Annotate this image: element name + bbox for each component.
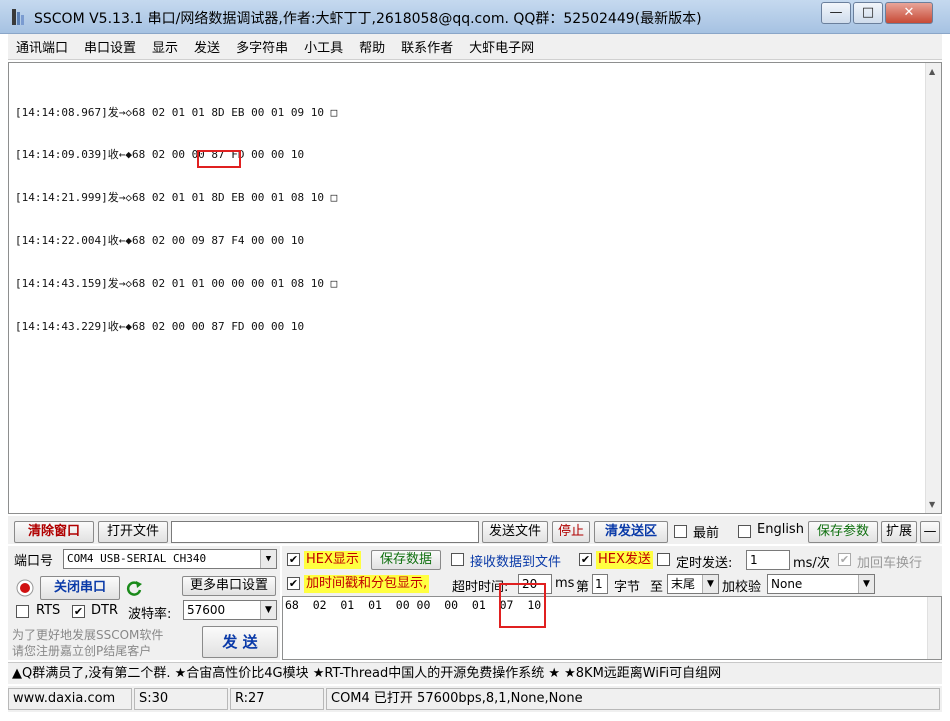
status-port-state: COM4 已打开 57600bps,8,1,None,None bbox=[326, 688, 940, 710]
receive-log: [14:14:08.967]发→◇68 02 01 01 8D EB 00 01… bbox=[15, 77, 337, 363]
window-title: SSCOM V5.13.1 串口/网络数据调试器,作者:大虾丁丁,2618058… bbox=[34, 11, 702, 27]
menu-port-settings[interactable]: 串口设置 bbox=[76, 37, 144, 56]
maximize-button[interactable]: □ bbox=[853, 2, 883, 24]
log-line: [14:14:21.999]发→◇68 02 01 01 8D EB 00 01… bbox=[15, 191, 338, 205]
add-crlf-label: 加回车换行 bbox=[857, 556, 923, 571]
collapse-button[interactable]: — bbox=[920, 521, 940, 543]
dtr-checkbox[interactable]: ✔ bbox=[72, 605, 85, 618]
close-button[interactable]: ✕ bbox=[885, 2, 933, 24]
close-port-button[interactable]: 关闭串口 bbox=[40, 576, 120, 600]
file-path-input[interactable] bbox=[171, 521, 479, 543]
english-label: English bbox=[757, 522, 804, 537]
save-data-button[interactable]: 保存数据 bbox=[371, 550, 441, 570]
menu-bar: 通讯端口 串口设置 显示 发送 多字符串 小工具 帮助 联系作者 大虾电子网 bbox=[8, 34, 942, 60]
hex-send-checkbox[interactable]: ✔ bbox=[579, 553, 592, 566]
menu-multi-string[interactable]: 多字符串 bbox=[228, 37, 296, 56]
nth-byte-input[interactable]: 1 bbox=[592, 574, 608, 594]
dtr-label: DTR bbox=[91, 603, 118, 618]
open-file-button[interactable]: 打开文件 bbox=[98, 521, 168, 543]
recv-to-file-checkbox[interactable] bbox=[451, 553, 464, 566]
menu-send[interactable]: 发送 bbox=[186, 37, 228, 56]
ms-label: ms bbox=[555, 576, 575, 591]
send-button[interactable]: 发 送 bbox=[202, 626, 278, 658]
menu-tools[interactable]: 小工具 bbox=[296, 37, 351, 56]
log-line: [14:14:43.229]收←◆68 02 00 00 87 FD 00 00… bbox=[15, 320, 305, 334]
topmost-label: 最前 bbox=[693, 526, 720, 541]
timed-send-checkbox[interactable] bbox=[657, 553, 670, 566]
hex-display-checkbox[interactable]: ✔ bbox=[287, 553, 300, 566]
timed-send-label: 定时发送: bbox=[676, 556, 733, 571]
status-received-count: R:27 bbox=[230, 688, 324, 710]
to-label: 至 bbox=[650, 580, 664, 595]
refresh-icon[interactable] bbox=[125, 579, 143, 597]
chevron-down-icon[interactable]: ▼ bbox=[260, 601, 276, 619]
clear-send-button[interactable]: 清发送区 bbox=[594, 521, 668, 543]
minimize-button[interactable]: — bbox=[821, 2, 851, 24]
status-site[interactable]: www.daxia.com bbox=[8, 688, 132, 710]
chevron-down-icon[interactable]: ▼ bbox=[260, 550, 276, 568]
menu-comm-port[interactable]: 通讯端口 bbox=[8, 37, 76, 56]
menu-help[interactable]: 帮助 bbox=[351, 37, 393, 56]
menu-daxia-site[interactable]: 大虾电子网 bbox=[461, 37, 542, 56]
expand-button[interactable]: 扩展 bbox=[881, 521, 917, 543]
title-bar: SSCOM V5.13.1 串口/网络数据调试器,作者:大虾丁丁,2618058… bbox=[0, 0, 950, 34]
baud-label: 波特率: bbox=[128, 607, 172, 622]
timed-interval-input[interactable]: 1 bbox=[746, 550, 790, 570]
promo-line-2: 请您注册嘉立创P结尾客户 bbox=[12, 644, 152, 658]
clear-window-button[interactable]: 清除窗口 bbox=[14, 521, 94, 543]
add-crlf-checkbox[interactable]: ✔ bbox=[838, 553, 851, 566]
promo-line-1: 为了更好地发展SSCOM软件 bbox=[12, 628, 164, 642]
topmost-checkbox[interactable] bbox=[674, 525, 687, 538]
english-checkbox[interactable] bbox=[738, 525, 751, 538]
timestamp-label: 加时间戳和分包显示, bbox=[304, 575, 430, 593]
rts-checkbox[interactable] bbox=[16, 605, 29, 618]
chevron-down-icon[interactable]: ▼ bbox=[702, 575, 718, 593]
scroll-down-icon[interactable]: ▼ bbox=[929, 500, 935, 509]
status-bar: www.daxia.com S:30 R:27 COM4 已打开 57600bp… bbox=[8, 686, 942, 712]
save-params-button[interactable]: 保存参数 bbox=[808, 521, 878, 543]
port-select-value: COM4 USB-SERIAL CH340 bbox=[67, 552, 207, 565]
ms-per-label: ms/次 bbox=[793, 556, 830, 571]
checksum-select[interactable]: None ▼ bbox=[767, 574, 875, 594]
menu-display[interactable]: 显示 bbox=[144, 37, 186, 56]
send-input[interactable]: 68 02 01 01 00 00 00 01 07 10 bbox=[282, 596, 942, 660]
to-select[interactable]: 末尾 ▼ bbox=[667, 574, 719, 594]
log-line: [14:14:22.004]收←◆68 02 00 09 87 F4 00 00… bbox=[15, 234, 305, 248]
send-file-button[interactable]: 发送文件 bbox=[482, 521, 548, 543]
more-port-settings-button[interactable]: 更多串口设置 bbox=[182, 576, 276, 596]
highlight-box-received bbox=[197, 150, 241, 168]
port-status-icon bbox=[16, 579, 34, 597]
byte-label: 字节 bbox=[614, 580, 641, 595]
to-select-value: 末尾 bbox=[671, 577, 696, 591]
port-label: 端口号 bbox=[14, 554, 54, 569]
status-sent-count: S:30 bbox=[134, 688, 228, 710]
app-icon bbox=[12, 9, 24, 25]
log-line: [14:14:43.159]发→◇68 02 01 01 00 00 00 01… bbox=[15, 277, 338, 291]
baud-select-value: 57600 bbox=[187, 603, 226, 617]
timestamp-checkbox[interactable]: ✔ bbox=[287, 577, 300, 590]
chevron-down-icon[interactable]: ▼ bbox=[858, 575, 874, 593]
hex-send-label: HEX发送 bbox=[596, 551, 653, 569]
checksum-select-value: None bbox=[771, 577, 803, 591]
log-line: [14:14:08.967]发→◇68 02 01 01 8D EB 00 01… bbox=[15, 105, 338, 119]
menu-contact-author[interactable]: 联系作者 bbox=[393, 37, 461, 56]
send-scrollbar[interactable] bbox=[927, 597, 941, 659]
scroll-up-icon[interactable]: ▲ bbox=[929, 67, 935, 76]
baud-select[interactable]: 57600 ▼ bbox=[183, 600, 277, 620]
receive-scrollbar[interactable]: ▲ ▼ bbox=[925, 63, 941, 513]
recv-to-file-label[interactable]: 接收数据到文件 bbox=[470, 551, 561, 570]
port-select[interactable]: COM4 USB-SERIAL CH340 ▼ bbox=[63, 549, 277, 569]
nth-label: 第 bbox=[576, 580, 590, 595]
checksum-label: 加校验 bbox=[722, 580, 762, 595]
highlight-box-send bbox=[499, 583, 546, 628]
hex-display-label: HEX显示 bbox=[304, 551, 361, 569]
log-line: [14:14:09.039]收←◆68 02 00 00 87 FD 00 00… bbox=[15, 148, 305, 162]
stop-button[interactable]: 停止 bbox=[552, 521, 590, 543]
receive-window[interactable]: [14:14:08.967]发→◇68 02 01 01 8D EB 00 01… bbox=[8, 62, 942, 514]
rts-label: RTS bbox=[36, 603, 61, 618]
news-ticker[interactable]: ▲Q群满员了,没有第二个群. ★合宙高性价比4G模块 ★RT-Thread中国人… bbox=[8, 662, 942, 684]
